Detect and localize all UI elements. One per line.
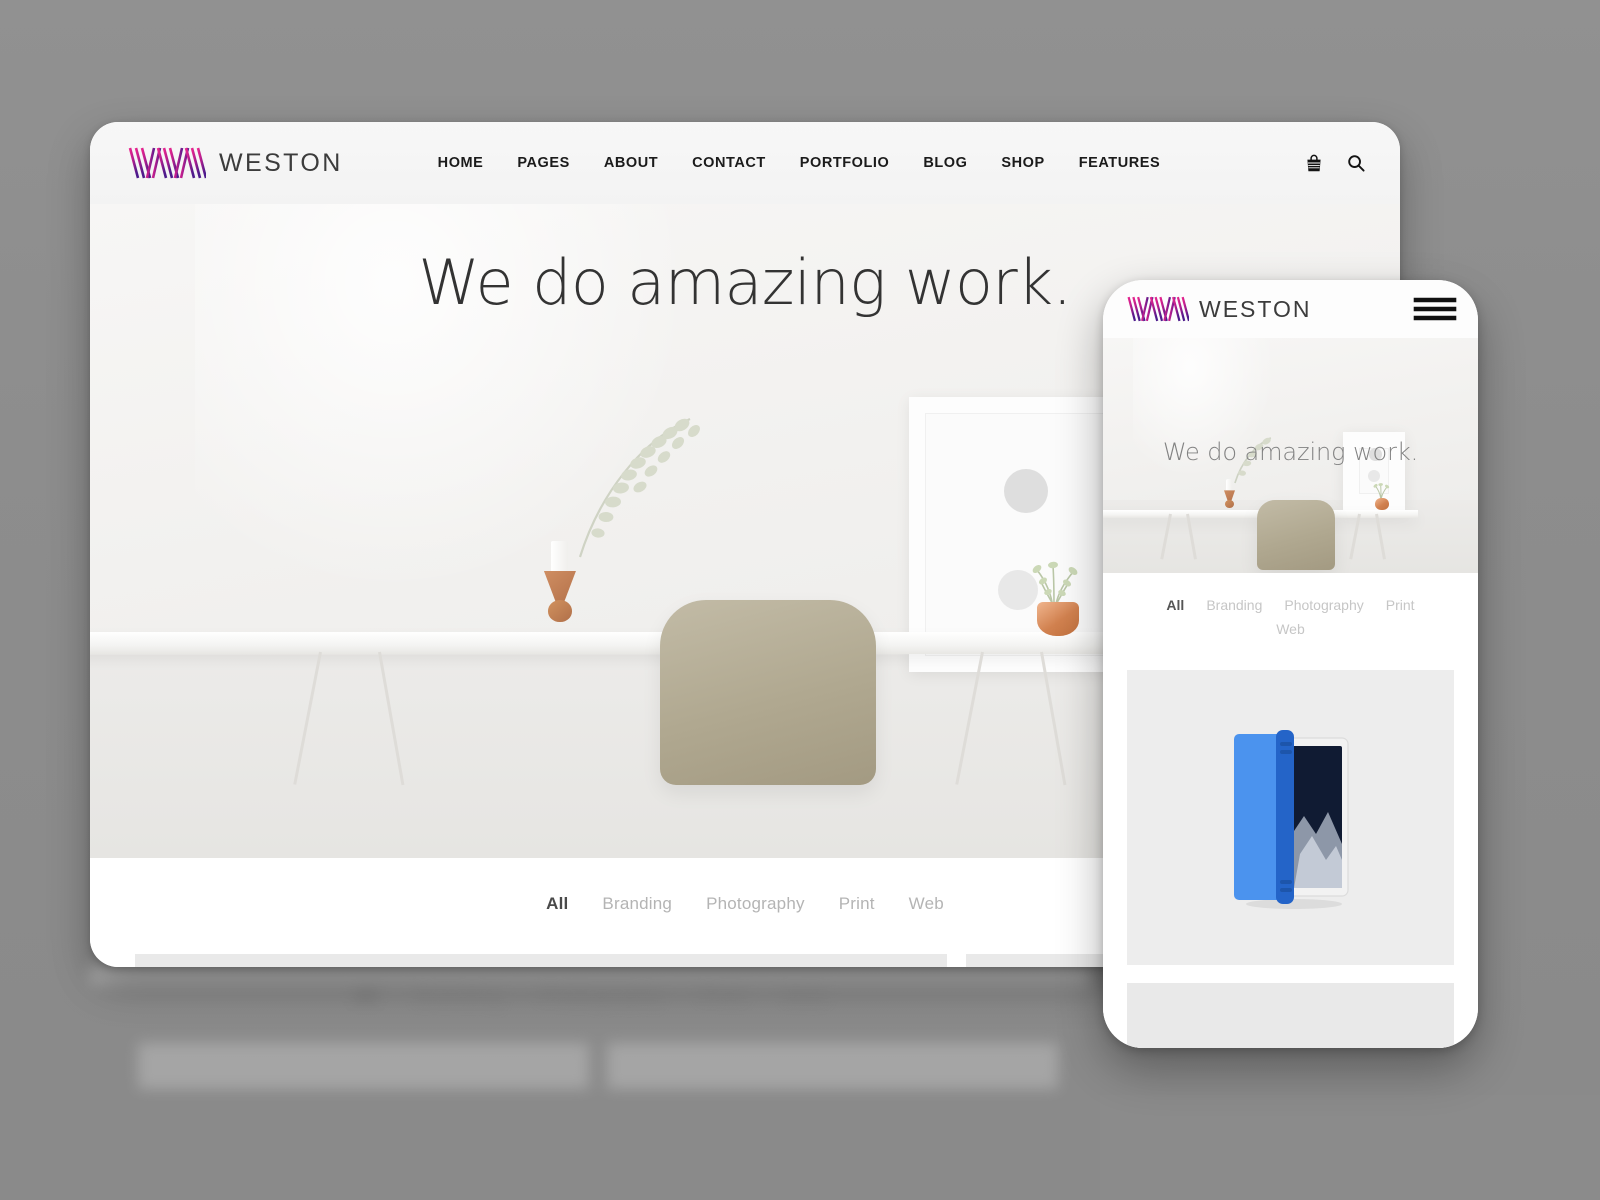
mobile-brand-logo[interactable]: WESTON [1127,295,1312,323]
nav-item-contact[interactable]: CONTACT [675,155,783,171]
hero-chair [1256,500,1335,571]
hero-candle-wax [550,540,568,573]
nav-item-shop[interactable]: SHOP [984,155,1061,171]
hero-candle-holder [542,540,578,637]
hero-holder-cone [543,570,576,603]
weston-chevron-logo-icon [1127,296,1189,322]
nav-item-portfolio[interactable]: PORTFOLIO [783,155,907,171]
desktop-main-nav[interactable]: HOME PAGES ABOUT CONTACT PORTFOLIO BLOG … [421,155,1178,171]
blue-tablet-case-product-icon [1233,729,1349,909]
mobile-portfolio-featured-tile[interactable] [1127,670,1454,965]
mobile-filter-web[interactable]: Web [1123,621,1458,637]
nav-item-blog[interactable]: BLOG [906,155,984,171]
desktop-site-header: WESTON HOME PAGES ABOUT CONTACT PORTFOLI… [90,122,1400,204]
hero-copper-pot [1374,497,1389,510]
mobile-portfolio-section: All Branding Photography Print Web [1103,573,1478,1048]
search-icon[interactable] [1346,153,1366,173]
mobile-device-frame: WESTON We do amazing work. All Branding … [1103,280,1478,1048]
mobile-filter-all[interactable]: All [1166,597,1184,613]
hamburger-menu-icon[interactable] [1412,294,1458,324]
hero-copper-pot [1037,601,1080,636]
mobile-portfolio-tile[interactable] [1127,983,1454,1048]
nav-item-pages[interactable]: PAGES [500,155,586,171]
portfolio-tile[interactable] [135,954,947,967]
brand-logo[interactable]: WESTON [128,146,343,180]
shopping-bag-icon[interactable] [1304,153,1324,173]
mobile-site-header: WESTON [1103,280,1478,338]
hero-frame-dot-lower [1367,469,1380,482]
nav-item-home[interactable]: HOME [421,155,501,171]
hero-chair [659,599,876,785]
background-left-panel [0,1095,1100,1200]
mobile-filter-print[interactable]: Print [1386,597,1415,613]
desktop-header-tools [1304,153,1366,173]
mobile-filter-branding[interactable]: Branding [1206,597,1262,613]
hero-frame-dot-upper [1004,468,1049,513]
mobile-hero-section: We do amazing work. [1103,338,1478,573]
mockup-scene: All Branding Photography Print Web WESTO… [0,0,1600,1200]
filter-web[interactable]: Web [909,894,944,914]
hero-picture-frame [908,396,1124,672]
brand-name: WESTON [219,148,343,177]
nav-item-features[interactable]: FEATURES [1062,155,1177,171]
hero-holder-base [1225,500,1234,509]
hero-desk-surface [90,632,1165,655]
filter-branding[interactable]: Branding [602,894,672,914]
hero-candle-wax [1226,479,1232,491]
mobile-portfolio-filter-bar: All Branding Photography Print Web [1103,597,1478,637]
mobile-brand-name: WESTON [1199,295,1312,322]
filter-all[interactable]: All [546,894,568,914]
hero-potted-plant [1373,483,1390,499]
weston-chevron-logo-icon [128,147,206,179]
mobile-hero-title: We do amazing work. [1162,438,1419,466]
mobile-filter-photography[interactable]: Photography [1284,597,1363,613]
filter-photography[interactable]: Photography [706,894,805,914]
hero-holder-base [547,599,572,622]
nav-item-about[interactable]: ABOUT [587,155,675,171]
filter-print[interactable]: Print [839,894,875,914]
